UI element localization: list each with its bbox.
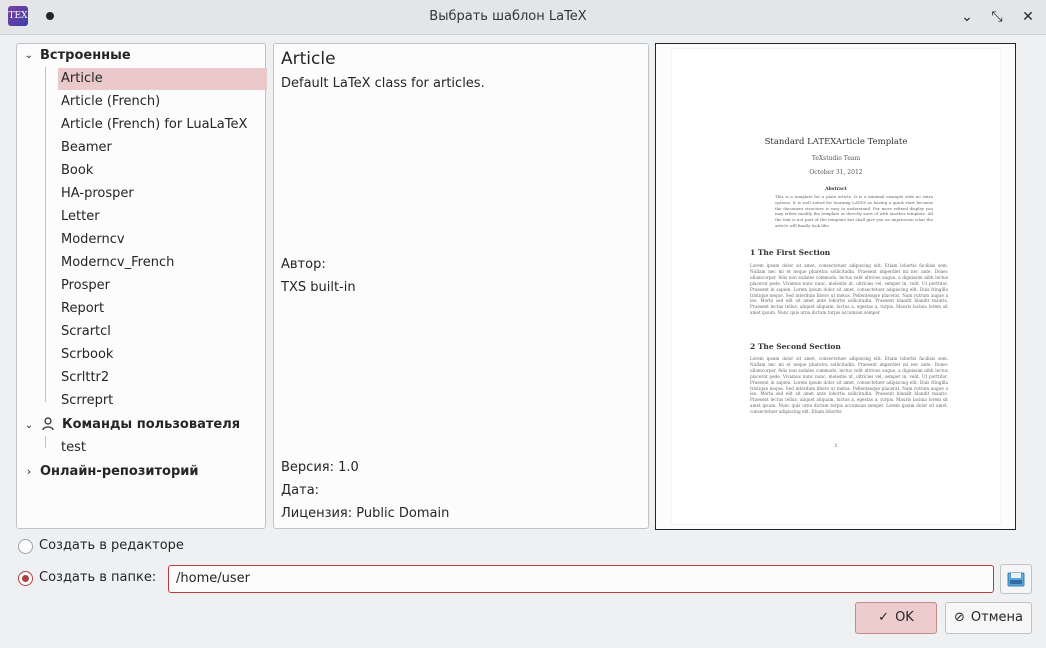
create-in-folder-radio[interactable]: [18, 571, 33, 586]
license-text: Лицензия: Public Domain: [281, 506, 450, 521]
preview-page: Standard LATEXArticle Template TeXstudio…: [672, 49, 1000, 524]
cancel-button[interactable]: ⊘ Отмена: [945, 602, 1032, 634]
create-in-editor-radio[interactable]: [18, 539, 33, 554]
preview-section-2-text: Lorem ipsum dolor sit amet, consectetuer…: [750, 356, 948, 415]
ok-button[interactable]: ✓ OK: [855, 602, 937, 634]
tree-branch-line: [45, 436, 46, 448]
template-preview: Standard LATEXArticle Template TeXstudio…: [655, 43, 1016, 530]
chevron-down-icon[interactable]: ⌄: [22, 49, 36, 63]
tree-item-ha-prosper[interactable]: HA-prosper: [58, 183, 267, 205]
chevron-right-icon[interactable]: ›: [22, 465, 36, 479]
preview-author: TeXstudio Team: [811, 155, 861, 162]
tree-item-prosper[interactable]: Prosper: [58, 275, 267, 297]
tree-group-builtin[interactable]: Встроенные: [40, 45, 131, 67]
window-title: Выбрать шаблон LaTeX: [429, 9, 587, 24]
tree-item-moderncv[interactable]: Moderncv: [58, 229, 267, 251]
template-tree[interactable]: ⌄ Встроенные Article Article (French) Ar…: [16, 43, 267, 529]
user-icon: [42, 417, 54, 431]
ok-button-label: OK: [895, 610, 914, 625]
tree-item-beamer[interactable]: Beamer: [58, 137, 267, 159]
tree-item-letter[interactable]: Letter: [58, 206, 267, 228]
tree-item-scrreprt[interactable]: Scrreprt: [58, 390, 267, 412]
browse-folder-button[interactable]: [1000, 564, 1032, 594]
preview-section-2-heading: 2 The Second Section: [750, 342, 841, 351]
preview-abstract: This is a template for a plain article. …: [775, 194, 933, 228]
check-icon: ✓: [878, 610, 890, 625]
tree-group-online-repository[interactable]: Онлайн-репозиторий: [40, 461, 199, 483]
chevron-down-icon[interactable]: ⌄: [22, 419, 36, 433]
preview-abstract-heading: Abstract: [825, 187, 847, 192]
tree-item-scrartcl[interactable]: Scrartcl: [58, 321, 267, 343]
version-text: Версия: 1.0: [281, 460, 359, 475]
template-info-panel: Article Default LaTeX class for articles…: [273, 43, 649, 529]
tree-item-moderncv-french[interactable]: Moderncv_French: [58, 252, 267, 274]
folder-path-value: /home/user: [176, 571, 250, 586]
preview-title: Standard LATEXArticle Template: [764, 137, 908, 147]
tree-item-scrlttr2[interactable]: Scrlttr2: [58, 367, 267, 389]
minimize-icon[interactable]: ⌄: [958, 8, 976, 26]
template-description: Default LaTeX class for articles.: [281, 76, 485, 91]
tree-item-report[interactable]: Report: [58, 298, 267, 320]
close-icon[interactable]: ✕: [1019, 8, 1037, 26]
tree-group-user-commands[interactable]: Команды пользователя: [62, 414, 240, 436]
preview-section-1-heading: 1 The First Section: [750, 248, 831, 257]
title-bar: TEX Выбрать шаблон LaTeX ⌄ ⤡ ✕: [0, 0, 1046, 35]
cancel-button-label: Отмена: [970, 610, 1023, 625]
author-value: TXS built-in: [281, 280, 356, 295]
preview-section-1-text: Lorem ipsum dolor sit amet, consectetuer…: [750, 263, 948, 316]
preview-date: October 31, 2012: [809, 169, 863, 176]
tree-item-article-french-lualatex[interactable]: Article (French) for LuaLaTeX: [58, 114, 267, 136]
tree-item-article[interactable]: Article: [58, 68, 267, 90]
tree-item-scrbook[interactable]: Scrbook: [58, 344, 267, 366]
create-in-editor-label[interactable]: Создать в редакторе: [39, 538, 184, 553]
create-in-folder-label[interactable]: Создать в папке:: [39, 570, 156, 585]
folder-path-input[interactable]: /home/user: [168, 565, 994, 593]
template-name: Article: [281, 49, 336, 69]
date-text: Дата:: [281, 483, 320, 498]
tree-item-test[interactable]: test: [58, 437, 267, 459]
cancel-icon: ⊘: [954, 610, 965, 625]
tree-item-book[interactable]: Book: [58, 160, 267, 182]
author-label: Автор:: [281, 257, 326, 272]
tree-branch-line: [45, 67, 46, 402]
tree-item-article-french[interactable]: Article (French): [58, 91, 267, 113]
folder-save-icon: [1007, 572, 1025, 587]
maximize-icon[interactable]: ⤡: [988, 8, 1006, 26]
preview-page-number: 1: [834, 443, 838, 449]
